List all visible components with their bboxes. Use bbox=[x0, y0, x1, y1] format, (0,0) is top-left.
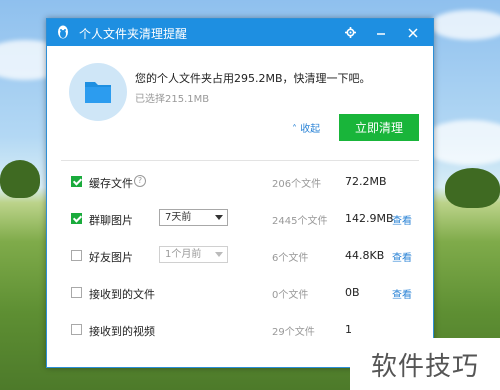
usage-message: 您的个人文件夹占用295.2MB，快清理一下吧。 bbox=[135, 72, 371, 85]
view-link[interactable]: 查看 bbox=[392, 212, 412, 227]
group-images-checkbox[interactable] bbox=[71, 213, 82, 224]
file-count: 29个文件 bbox=[272, 327, 315, 338]
chevron-down-icon bbox=[215, 215, 223, 220]
window-title: 个人文件夹清理提醒 bbox=[79, 27, 188, 41]
received-files-checkbox[interactable] bbox=[71, 287, 82, 298]
minimize-button[interactable] bbox=[367, 19, 394, 46]
select-value: 7天前 bbox=[165, 212, 192, 223]
close-button[interactable] bbox=[399, 19, 426, 46]
file-size: 1 bbox=[345, 323, 352, 336]
clean-now-button[interactable]: 立即清理 bbox=[339, 114, 419, 141]
cache-checkbox[interactable] bbox=[71, 176, 82, 187]
time-range-select[interactable]: 7天前 bbox=[159, 209, 228, 226]
collapse-label: 收起 bbox=[300, 124, 321, 135]
help-icon[interactable]: ? bbox=[134, 175, 146, 187]
title-bar: 个人文件夹清理提醒 bbox=[47, 19, 433, 46]
list-item: 群聊图片 7天前 2445个文件 142.9MB 查看 bbox=[47, 208, 433, 230]
watermark: 软件技巧 bbox=[350, 338, 500, 390]
selected-size: 已选择215.1MB bbox=[135, 94, 210, 105]
background-tree bbox=[445, 168, 500, 208]
minimize-icon bbox=[376, 32, 385, 35]
friend-images-checkbox[interactable] bbox=[71, 250, 82, 261]
file-size: 72.2MB bbox=[345, 175, 387, 188]
row-label: 好友图片 bbox=[89, 251, 133, 264]
qq-penguin-icon bbox=[58, 25, 68, 39]
background-tree bbox=[0, 160, 40, 198]
file-count: 206个文件 bbox=[272, 179, 322, 190]
chevron-up-icon: ˄ bbox=[292, 124, 297, 135]
time-range-select[interactable]: 1个月前 bbox=[159, 246, 228, 263]
cleanup-dialog: 个人文件夹清理提醒 您的个人文件夹占用295.2MB，快清理一下吧。 已选择21… bbox=[46, 18, 434, 368]
file-count: 6个文件 bbox=[272, 253, 309, 264]
close-icon bbox=[407, 27, 418, 38]
settings-button[interactable] bbox=[337, 19, 364, 46]
folder-badge bbox=[69, 63, 127, 121]
select-value: 1个月前 bbox=[165, 249, 202, 260]
row-label: 接收到的视频 bbox=[89, 325, 155, 338]
sky-cloud bbox=[430, 10, 500, 40]
row-label: 缓存文件 bbox=[89, 177, 133, 190]
gear-icon bbox=[345, 27, 356, 38]
view-link[interactable]: 查看 bbox=[392, 286, 412, 301]
divider bbox=[61, 160, 419, 161]
row-label: 群聊图片 bbox=[89, 214, 133, 227]
list-item: 接收到的文件 0个文件 0B 查看 bbox=[47, 282, 433, 304]
row-label: 接收到的文件 bbox=[89, 288, 155, 301]
list-item: 缓存文件 ? 206个文件 72.2MB bbox=[47, 171, 433, 193]
folder-icon bbox=[85, 82, 111, 103]
chevron-down-icon bbox=[215, 252, 223, 257]
file-size: 0B bbox=[345, 286, 360, 299]
file-size: 44.8KB bbox=[345, 249, 385, 262]
file-size: 142.9MB bbox=[345, 212, 394, 225]
list-item: 好友图片 1个月前 6个文件 44.8KB 查看 bbox=[47, 245, 433, 267]
view-link[interactable]: 查看 bbox=[392, 249, 412, 264]
received-videos-checkbox[interactable] bbox=[71, 324, 82, 335]
collapse-link[interactable]: ˄ 收起 bbox=[292, 120, 320, 135]
file-count: 2445个文件 bbox=[272, 216, 328, 227]
file-count: 0个文件 bbox=[272, 290, 309, 301]
